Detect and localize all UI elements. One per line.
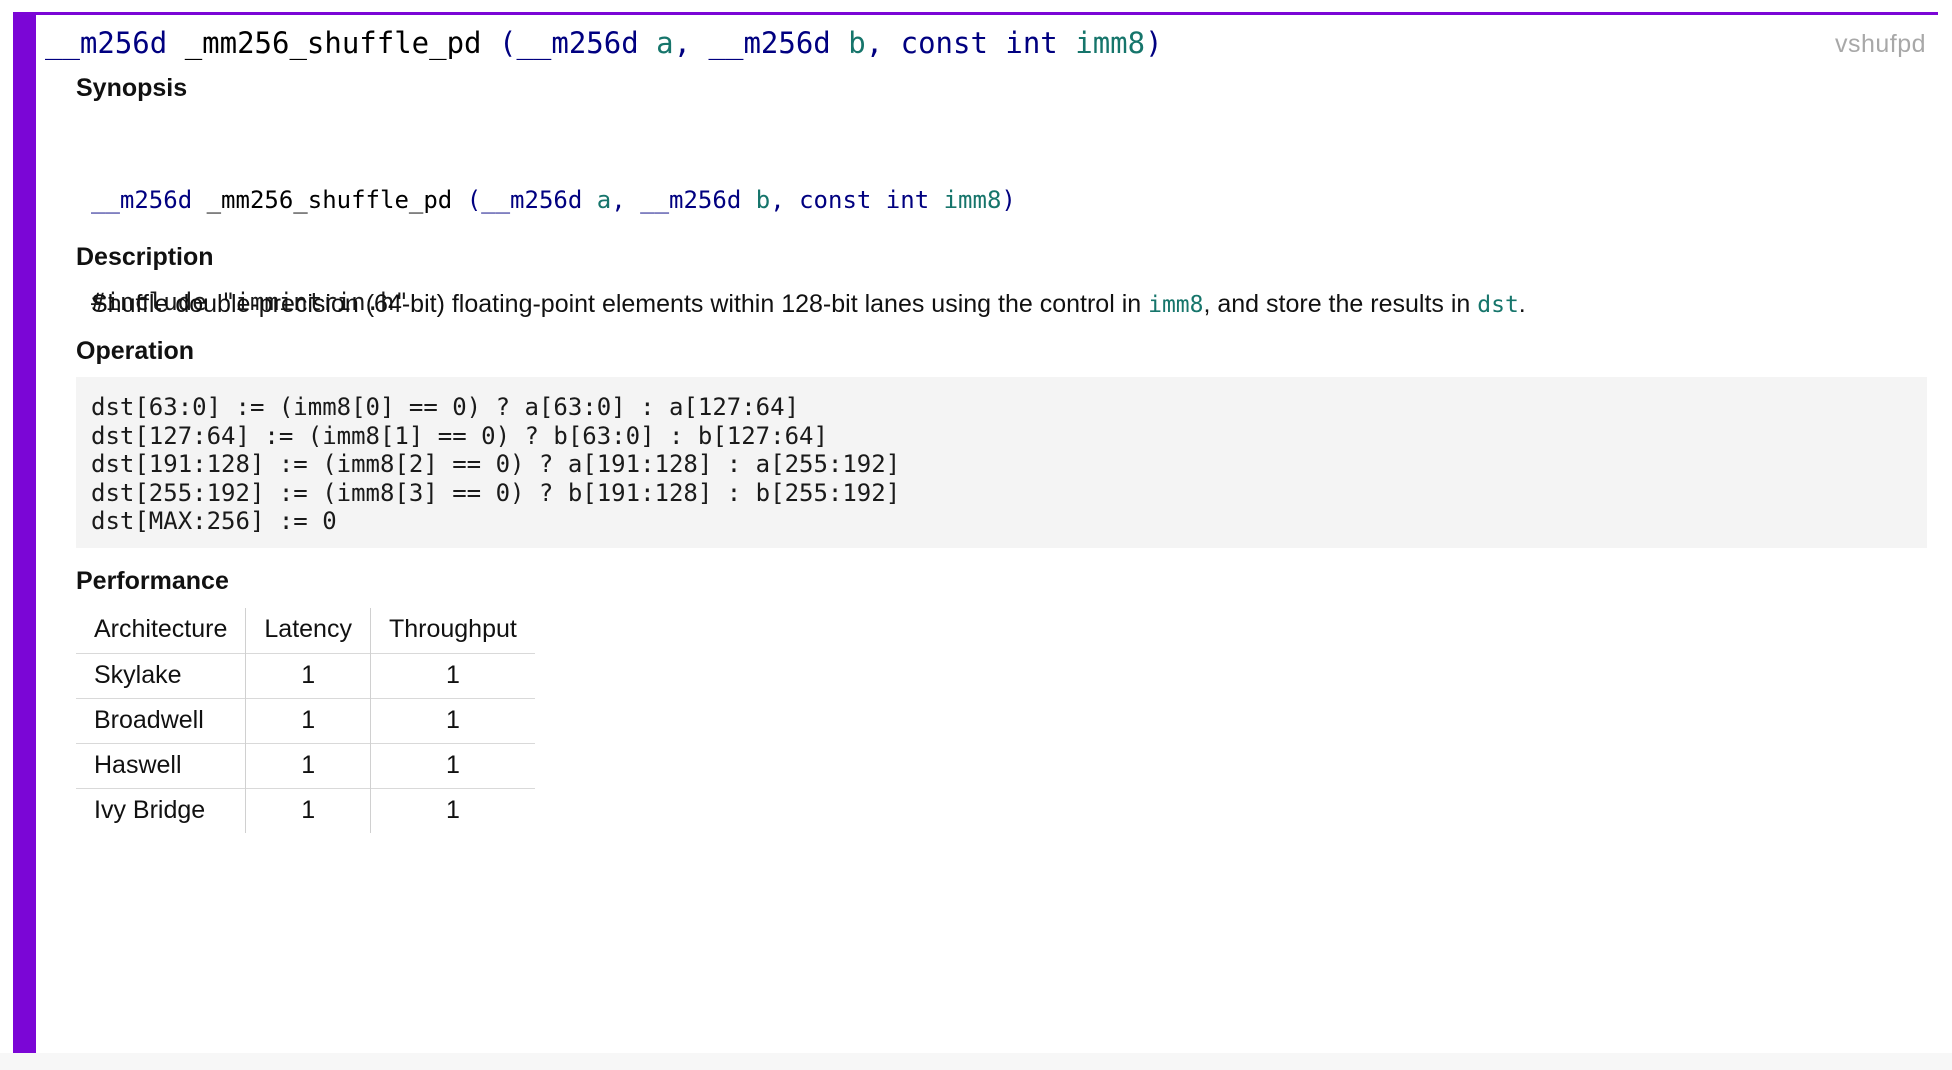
description-text: Shuffle double-precision (64-bit) floati…: [91, 287, 1911, 322]
column-header-latency: Latency: [246, 608, 371, 653]
card-body: __m256d _mm256_shuffle_pd (__m256d a, __…: [36, 15, 1938, 1053]
signature-token-2: _mm256_shuffle_pd: [207, 186, 453, 214]
description-text-part-2: , and store the results in: [1203, 290, 1477, 318]
accent-left-bar: [13, 15, 36, 1053]
cell-architecture: Haswell: [76, 743, 246, 788]
operation-code-block: dst[63:0] := (imm8[0] == 0) ? a[63:0] : …: [76, 377, 1927, 548]
performance-table-head: Architecture Latency Throughput: [76, 608, 535, 653]
operation-line-0: dst[63:0] := (imm8[0] == 0) ? a[63:0] : …: [91, 393, 1927, 422]
signature-token-15: const int: [799, 186, 929, 214]
table-row: Ivy Bridge11: [76, 788, 535, 833]
signature-token-4: (: [499, 26, 516, 60]
signature-token-12: b: [756, 186, 770, 214]
description-text-part-3: .: [1519, 290, 1526, 318]
performance-table-body: Skylake11Broadwell11Haswell11Ivy Bridge1…: [76, 653, 535, 833]
signature-token-8: ,: [674, 26, 691, 60]
signature-token-0: __m256d: [91, 186, 192, 214]
intrinsic-detail-card: __m256d _mm256_shuffle_pd (__m256d a, __…: [13, 12, 1938, 1053]
cell-latency: 1: [246, 653, 371, 698]
signature-token-9: [691, 26, 708, 60]
signature-token-18: ): [1145, 26, 1162, 60]
signature-token-6: [582, 186, 596, 214]
asm-mnemonic-label: vshufpd: [1835, 29, 1926, 59]
cell-latency: 1: [246, 698, 371, 743]
performance-table: Architecture Latency Throughput Skylake1…: [76, 608, 535, 833]
signature-token-2: _mm256_shuffle_pd: [185, 26, 482, 60]
cell-throughput: 1: [370, 653, 534, 698]
signature-token-18: ): [1001, 186, 1015, 214]
signature-token-13: ,: [866, 26, 883, 60]
signature-token-10: __m256d: [640, 186, 741, 214]
signature-token-6: [639, 26, 656, 60]
cell-latency: 1: [246, 743, 371, 788]
intrinsics-guide-page: __m256d _mm256_shuffle_pd (__m256d a, __…: [0, 0, 1952, 1070]
signature-token-16: [929, 186, 943, 214]
cell-latency: 1: [246, 788, 371, 833]
signature-token-5: __m256d: [481, 186, 582, 214]
signature-token-11: [741, 186, 755, 214]
operation-line-4: dst[MAX:256] := 0: [91, 507, 1927, 536]
description-inline-code-dst: dst: [1477, 292, 1519, 318]
signature-token-13: ,: [770, 186, 784, 214]
signature-token-14: [785, 186, 799, 214]
signature-token-7: a: [597, 186, 611, 214]
intrinsic-header[interactable]: __m256d _mm256_shuffle_pd (__m256d a, __…: [36, 23, 1938, 67]
page-background-strip: [0, 1053, 1952, 1070]
signature-token-3: [482, 26, 499, 60]
cell-throughput: 1: [370, 698, 534, 743]
signature-token-9: [626, 186, 640, 214]
cell-architecture: Broadwell: [76, 698, 246, 743]
table-row: Broadwell11: [76, 698, 535, 743]
performance-heading: Performance: [76, 566, 229, 596]
signature-token-11: [831, 26, 848, 60]
signature-token-1: [167, 26, 184, 60]
operation-heading: Operation: [76, 336, 194, 366]
description-heading: Description: [76, 242, 214, 272]
operation-line-2: dst[191:128] := (imm8[2] == 0) ? a[191:1…: [91, 450, 1927, 479]
column-header-throughput: Throughput: [370, 608, 534, 653]
signature-token-5: __m256d: [516, 26, 638, 60]
cell-throughput: 1: [370, 788, 534, 833]
signature-token-1: [192, 186, 206, 214]
cell-architecture: Skylake: [76, 653, 246, 698]
signature-token-8: ,: [611, 186, 625, 214]
signature-token-15: const int: [901, 26, 1058, 60]
signature-token-16: [1058, 26, 1075, 60]
column-header-architecture: Architecture: [76, 608, 246, 653]
signature-token-14: [883, 26, 900, 60]
description-text-part-1: Shuffle double-precision (64-bit) floati…: [91, 290, 1148, 318]
signature-token-0: __m256d: [45, 26, 167, 60]
intrinsic-signature: __m256d _mm256_shuffle_pd (__m256d a, __…: [45, 23, 1163, 63]
signature-token-10: __m256d: [709, 26, 831, 60]
signature-token-4: (: [467, 186, 481, 214]
description-inline-code-imm8: imm8: [1148, 292, 1203, 318]
signature-token-7: a: [656, 26, 673, 60]
cell-architecture: Ivy Bridge: [76, 788, 246, 833]
synopsis-signature-line: __m256d _mm256_shuffle_pd (__m256d a, __…: [91, 183, 1891, 217]
operation-code: dst[63:0] := (imm8[0] == 0) ? a[63:0] : …: [91, 393, 1927, 536]
table-header-row: Architecture Latency Throughput: [76, 608, 535, 653]
table-row: Haswell11: [76, 743, 535, 788]
table-row: Skylake11: [76, 653, 535, 698]
operation-line-3: dst[255:192] := (imm8[3] == 0) ? b[191:1…: [91, 479, 1927, 508]
signature-token-3: [452, 186, 466, 214]
synopsis-heading: Synopsis: [76, 73, 187, 103]
performance-table-wrapper: Architecture Latency Throughput Skylake1…: [76, 608, 535, 833]
cell-throughput: 1: [370, 743, 534, 788]
signature-token-17: imm8: [1075, 26, 1145, 60]
signature-token-17: imm8: [944, 186, 1002, 214]
operation-line-1: dst[127:64] := (imm8[1] == 0) ? b[63:0] …: [91, 422, 1927, 451]
signature-token-12: b: [848, 26, 865, 60]
